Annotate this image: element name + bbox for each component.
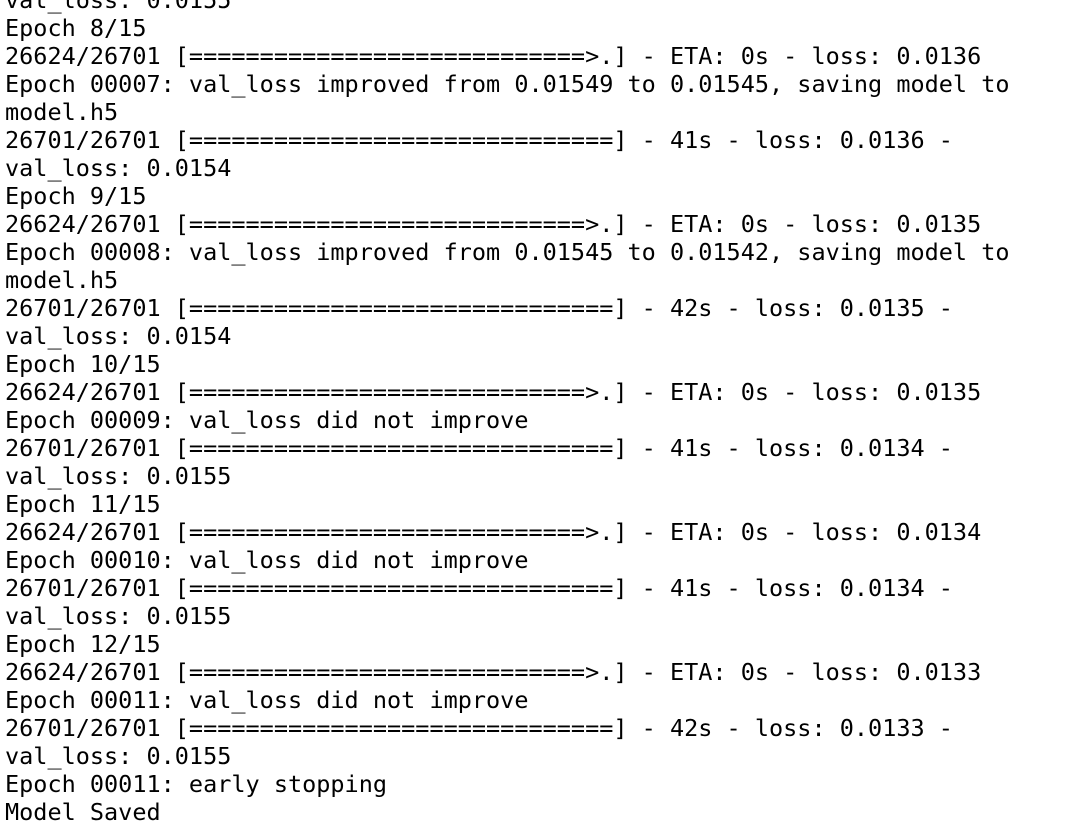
terminal-line: 26701/26701 [===========================…	[5, 434, 953, 462]
terminal-line: Epoch 00008: val_loss improved from 0.01…	[5, 238, 1010, 266]
terminal-line: Epoch 8/15	[5, 14, 147, 42]
terminal-line: Epoch 00010: val_loss did not improve	[5, 546, 529, 574]
terminal-line: 26624/26701 [===========================…	[5, 42, 982, 70]
terminal-line: 26624/26701 [===========================…	[5, 210, 982, 238]
terminal-line: 26701/26701 [===========================…	[5, 714, 953, 742]
terminal-line: Epoch 10/15	[5, 350, 161, 378]
terminal-line: Epoch 00011: early stopping	[5, 770, 388, 798]
terminal-line: val_loss: 0.0155	[5, 462, 232, 490]
terminal-line: Epoch 00011: val_loss did not improve	[5, 686, 529, 714]
terminal-line: 26701/26701 [===========================…	[5, 126, 953, 154]
terminal-line: Epoch 00007: val_loss improved from 0.01…	[5, 70, 1010, 98]
terminal-line: Epoch 11/15	[5, 490, 161, 518]
terminal-line: 26624/26701 [===========================…	[5, 518, 982, 546]
terminal-line: model.h5	[5, 98, 119, 126]
terminal-line: Epoch 9/15	[5, 182, 147, 210]
terminal-line: val_loss: 0.0155	[5, 742, 232, 770]
terminal-line: val_loss: 0.0155	[5, 0, 232, 14]
terminal-line: 26701/26701 [===========================…	[5, 294, 953, 322]
terminal-line: val_loss: 0.0154	[5, 322, 232, 350]
terminal-line: 26701/26701 [===========================…	[5, 574, 953, 602]
terminal-line: val_loss: 0.0154	[5, 154, 232, 182]
terminal-line: 26624/26701 [===========================…	[5, 658, 982, 686]
terminal-line: Epoch 12/15	[5, 630, 161, 658]
terminal-line: model.h5	[5, 266, 119, 294]
terminal-line: Epoch 00009: val_loss did not improve	[5, 406, 529, 434]
terminal-line: val_loss: 0.0155	[5, 602, 232, 630]
terminal-line: 26624/26701 [===========================…	[5, 378, 982, 406]
terminal-output[interactable]: val_loss: 0.0155 Epoch 8/15 26624/26701 …	[0, 0, 1070, 822]
terminal-line: Model Saved	[5, 798, 161, 822]
